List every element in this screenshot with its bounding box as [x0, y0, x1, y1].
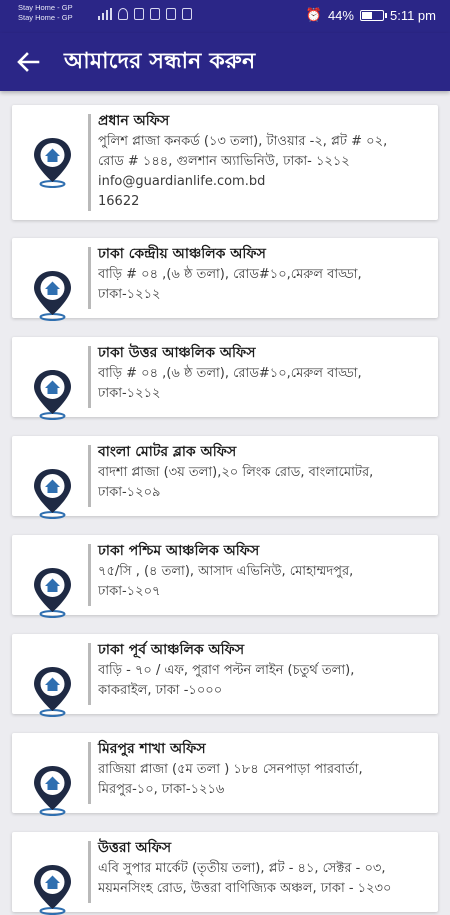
- status-right: ⏰ 44% 5:11 pm: [306, 7, 436, 23]
- office-details: বাংলা মোটর ব্লাক অফিস বাদশা প্লাজা (৩য় ত…: [98, 442, 430, 503]
- office-address-line: ৭৫/সি , (৪ তলা), আসাদ এভিনিউ, মোহাম্মদপু…: [98, 564, 354, 579]
- location-pin-home-icon: [34, 271, 71, 321]
- card-divider: [88, 643, 91, 705]
- app-icon: [150, 8, 160, 20]
- office-card[interactable]: ঢাকা কেন্দ্রীয় আঞ্চলিক অফিস বাড়ি # ০৪ ,…: [12, 238, 438, 321]
- office-address-line[interactable]: 16622: [98, 192, 430, 212]
- office-details: ঢাকা কেন্দ্রীয় আঞ্চলিক অফিস বাড়ি # ০৪ ,…: [98, 244, 430, 305]
- office-name: ঢাকা উত্তর আঞ্চলিক অফিস: [98, 345, 256, 361]
- office-details: উত্তরা অফিস এবি সুপার মার্কেট (তৃতীয় তলা…: [98, 838, 430, 899]
- app-bar: আমাদের সন্ধান করুন: [0, 33, 450, 91]
- signal-icon: [98, 8, 112, 20]
- clock: 5:11 pm: [389, 7, 436, 23]
- arrow-left-icon[interactable]: [16, 51, 40, 73]
- office-name: ঢাকা কেন্দ্রীয় আঞ্চলিক অফিস: [98, 246, 266, 262]
- card-divider: [88, 346, 91, 408]
- notification-text: Stay Home - GP: [18, 13, 73, 22]
- location-pin-home-icon: [34, 138, 71, 188]
- office-card[interactable]: মিরপুর শাখা অফিস রাজিয়া প্লাজা (৫ম তলা )…: [12, 733, 438, 816]
- office-address-line[interactable]: info@guardianlife.com.bd: [98, 172, 430, 192]
- office-card[interactable]: বাংলা মোটর ব্লাক অফিস বাদশা প্লাজা (৩য় ত…: [12, 436, 438, 519]
- location-pin-home-icon: [34, 568, 71, 618]
- office-name: ঢাকা পূর্ব আঞ্চলিক অফিস: [98, 642, 245, 658]
- office-address-line: বাড়ি # ০৪ ,(৬ ষ্ঠ তলা), রোড#১০,মেরুল বা…: [98, 267, 362, 282]
- location-pin-home-icon: [34, 370, 71, 420]
- office-address-line: কাকরাইল, ঢাকা -১০০০: [98, 683, 223, 698]
- office-name: বাংলা মোটর ব্লাক অফিস: [98, 444, 237, 460]
- office-card[interactable]: ঢাকা পূর্ব আঞ্চলিক অফিস বাড়ি - ৭০ / এফ, …: [12, 634, 438, 717]
- lock-icon: [166, 8, 176, 20]
- office-address-line: রাজিয়া প্লাজা (৫ম তলা ) ১৮৪ সেনপাড়া পা…: [98, 762, 363, 777]
- battery-fill: [361, 11, 372, 19]
- office-address-line: রোড # ১৪৪, গুলশান অ্যাভিনিউ, ঢাকা- ১২১২: [98, 154, 350, 169]
- office-name: মিরপুর শাখা অফিস: [98, 741, 206, 757]
- office-address-line: ময়মনসিংহ রোড, উত্তরা বাণিজ্যিক অঞ্চল, ঢ…: [98, 881, 392, 896]
- office-address-line: ঢাকা-১২০৯: [98, 485, 161, 500]
- office-details: ঢাকা পূর্ব আঞ্চলিক অফিস বাড়ি - ৭০ / এফ, …: [98, 640, 430, 701]
- location-pin-home-icon: [34, 667, 71, 717]
- location-pin-home-icon: [34, 469, 71, 519]
- location-pin-home-icon: [34, 865, 71, 915]
- status-bar: Stay Home - GP Stay Home - GP ⏰ 44% 5:11…: [0, 0, 450, 33]
- notification-text: Stay Home - GP: [18, 3, 73, 12]
- office-address-line: বাড়ি - ৭০ / এফ, পুরাণ পল্টন লাইন (চতুর্…: [98, 663, 355, 678]
- wifi-icon: [118, 8, 128, 20]
- office-details: ঢাকা পশ্চিম আঞ্চলিক অফিস ৭৫/সি , (৪ তলা),…: [98, 541, 430, 602]
- card-divider: [88, 841, 91, 903]
- office-card[interactable]: উত্তরা অফিস এবি সুপার মার্কেট (তৃতীয় তলা…: [12, 832, 438, 915]
- office-card[interactable]: ঢাকা উত্তর আঞ্চলিক অফিস বাড়ি # ০৪ ,(৬ ষ্…: [12, 337, 438, 420]
- notification-icon: [134, 8, 144, 20]
- card-divider: [88, 114, 91, 211]
- office-address-line: এবি সুপার মার্কেট (তৃতীয় তলা), প্লট - ৪…: [98, 861, 386, 876]
- office-card[interactable]: প্রধান অফিস পুলিশ প্লাজা কনকর্ড (১৩ তলা),…: [12, 105, 438, 220]
- battery-icon: [359, 9, 387, 21]
- gallery-icon: [182, 8, 192, 20]
- office-address-line: বাদশা প্লাজা (৩য় তলা),২০ লিংক রোড, বাংল…: [98, 465, 374, 480]
- office-address-line: ঢাকা-১২১২: [98, 287, 161, 302]
- card-divider: [88, 742, 91, 804]
- card-divider: [88, 544, 91, 606]
- battery-percent: 44%: [327, 7, 354, 23]
- status-icons: [98, 8, 192, 20]
- office-details: মিরপুর শাখা অফিস রাজিয়া প্লাজা (৫ম তলা )…: [98, 739, 430, 800]
- card-divider: [88, 445, 91, 507]
- office-address-line: মিরপুর-১০, ঢাকা-১২১৬: [98, 782, 225, 797]
- office-address-line: পুলিশ প্লাজা কনকর্ড (১৩ তলা), টাওয়ার -২…: [98, 134, 388, 149]
- alarm-icon: ⏰: [305, 7, 322, 22]
- location-pin-home-icon: [34, 766, 71, 816]
- page-title: আমাদের সন্ধান করুন: [64, 48, 256, 74]
- office-details: ঢাকা উত্তর আঞ্চলিক অফিস বাড়ি # ০৪ ,(৬ ষ্…: [98, 343, 430, 404]
- office-address-line: ঢাকা-১২১২: [98, 386, 161, 401]
- office-name: উত্তরা অফিস: [98, 840, 172, 856]
- notification-texts: Stay Home - GP Stay Home - GP: [18, 3, 73, 23]
- office-card[interactable]: ঢাকা পশ্চিম আঞ্চলিক অফিস ৭৫/সি , (৪ তলা),…: [12, 535, 438, 618]
- office-address-line: বাড়ি # ০৪ ,(৬ ষ্ঠ তলা), রোড#১০,মেরুল বা…: [98, 366, 362, 381]
- office-address-line: ঢাকা-১২০৭: [98, 584, 161, 599]
- office-name: ঢাকা পশ্চিম আঞ্চলিক অফিস: [98, 543, 260, 559]
- office-details: প্রধান অফিস পুলিশ প্লাজা কনকর্ড (১৩ তলা),…: [98, 111, 430, 212]
- office-name: প্রধান অফিস: [98, 113, 170, 129]
- card-divider: [88, 247, 91, 309]
